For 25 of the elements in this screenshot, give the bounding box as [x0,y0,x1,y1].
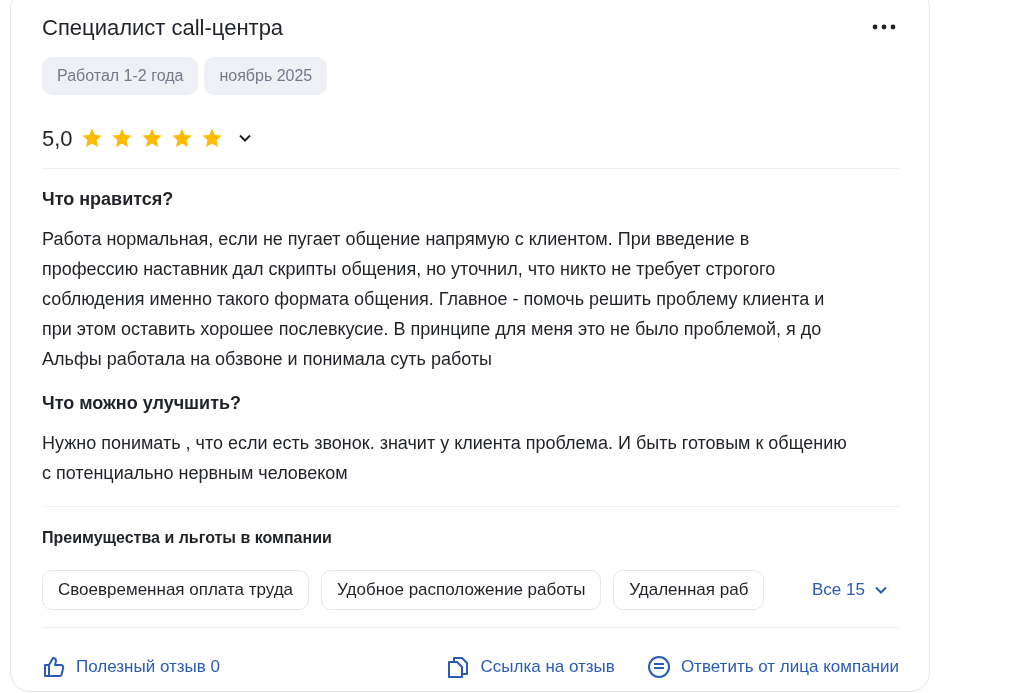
review-text: Работа нормальная, если не пугает общение напрямую с клиентом. При введение в профессию наставник дал скрипты общения, но уточнил, что никто не требует строгого соблюдения именно такого формата общения. Главное - помочь решить проблему клиента и при этом оставить хорошее послевкусие. В принципе для меня это не было проблемой, я до Альфы работала на обзвоне и понимала суть работы [42,228,826,371]
action-link[interactable]: Ссылка на отзыв [446,654,615,680]
action-link[interactable]: Полезный отзыв 0 [42,654,220,680]
star-icon [140,127,163,149]
benefit-chip: Своевременная оплата труда [42,570,310,610]
action-link[interactable]: Ответить от лица компании [646,654,899,680]
star-icon [200,127,223,149]
star-icon [110,127,133,149]
more-icon [872,24,896,30]
benefit-chip: Удобное расположение работы [321,570,602,610]
tag-chip: ноябрь 2025 [204,57,328,95]
review-title: Специалист call-центра [42,13,284,42]
section-heading: Что можно улучшить? [42,392,243,415]
thumbs-up-icon [42,654,66,679]
show-all-benefits-link[interactable]: Все 15 [812,577,889,603]
review-text: Нужно понимать , что если есть звонок. значит у клиента проблема. И быть готовым к общению с потенциально нервным человеком [42,432,848,485]
tag-chip: Работал 1-2 года [42,57,199,95]
message-icon [646,654,671,679]
star-icon [80,127,103,149]
section-heading: Что нравится? [42,188,175,211]
star-icon [170,127,193,149]
benefit-chip: Удаленная раб [613,570,764,610]
rating-value: 5,0 [42,124,73,153]
copy-icon [446,654,471,679]
benefits-heading: Преимущества и льготы в компании [42,528,333,548]
